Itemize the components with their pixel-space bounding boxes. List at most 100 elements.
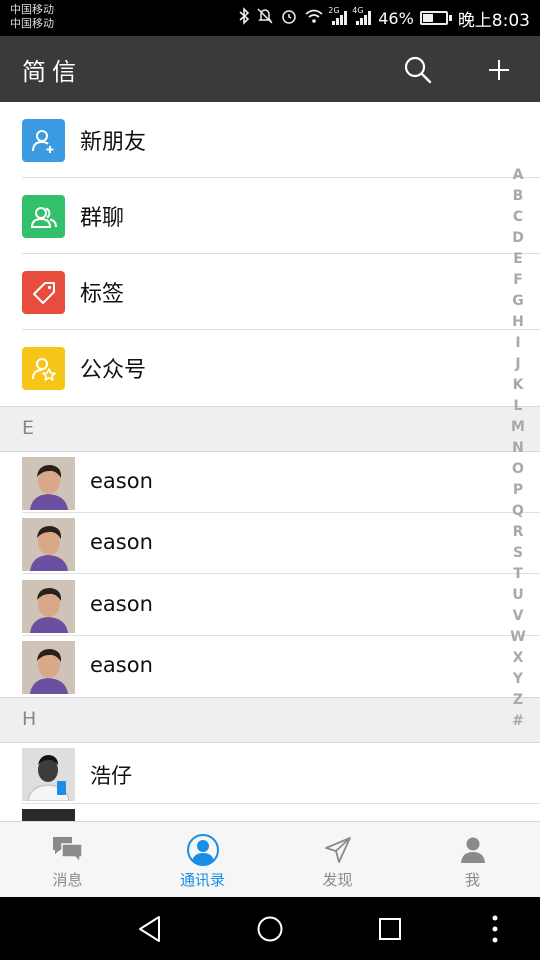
more-button[interactable]: [477, 911, 513, 947]
tab-discover[interactable]: 发现: [270, 822, 405, 897]
official-accounts-item[interactable]: 公众号: [0, 330, 540, 406]
contact-row[interactable]: 浩仔: [0, 743, 540, 804]
contact-name: 浩仔: [90, 764, 132, 788]
status-bar: 中国移动 中国移动 2G 4G 46% 晚上8:03: [0, 0, 540, 36]
index-letter[interactable]: X: [507, 648, 529, 669]
contact-name: eason: [90, 653, 153, 677]
status-icons: 2G 4G 46% 晚上8:03: [238, 0, 530, 36]
add-friend-icon: [22, 119, 65, 162]
index-letter[interactable]: V: [507, 606, 529, 627]
new-friends-item[interactable]: 新朋友: [0, 102, 540, 178]
avatar: [22, 580, 75, 633]
index-letter[interactable]: D: [507, 228, 529, 249]
index-letter[interactable]: E: [507, 249, 529, 270]
tab-label: 发现: [322, 871, 353, 889]
index-letter[interactable]: R: [507, 522, 529, 543]
avatar: [22, 809, 75, 821]
avatar: [22, 748, 75, 801]
contacts-icon: [186, 834, 220, 866]
carrier-info: 中国移动 中国移动: [10, 3, 54, 31]
index-letter[interactable]: K: [507, 375, 529, 396]
index-letter[interactable]: F: [507, 270, 529, 291]
search-icon: [404, 56, 432, 84]
index-letter[interactable]: #: [507, 711, 529, 732]
tab-me[interactable]: 我: [405, 822, 540, 897]
index-letter[interactable]: J: [507, 354, 529, 375]
back-icon: [139, 916, 160, 942]
tags-label: 标签: [80, 282, 125, 307]
contact-row-partial[interactable]: [0, 804, 540, 821]
tab-contacts[interactable]: 通讯录: [135, 822, 270, 897]
tags-item[interactable]: 标签: [0, 254, 540, 330]
me-icon: [456, 834, 490, 866]
group-chat-label: 群聊: [80, 206, 125, 231]
battery-icon: [419, 11, 452, 25]
index-letter[interactable]: Y: [507, 669, 529, 690]
bluetooth-icon: [238, 7, 250, 29]
index-letter[interactable]: N: [507, 438, 529, 459]
new-friends-label: 新朋友: [80, 130, 147, 155]
back-button[interactable]: [132, 911, 168, 947]
index-letter[interactable]: L: [507, 396, 529, 417]
index-letter[interactable]: A: [507, 165, 529, 186]
contact-name: eason: [90, 530, 153, 554]
index-letter[interactable]: W: [507, 627, 529, 648]
app-title: 简信: [22, 58, 82, 86]
contact-name: eason: [90, 592, 153, 616]
app-bar: 简信: [0, 36, 540, 102]
index-letter[interactable]: P: [507, 480, 529, 501]
discover-icon: [321, 834, 355, 866]
signal-icon: 4G: [352, 6, 372, 26]
tag-icon: [22, 271, 65, 314]
recents-icon: [379, 918, 401, 940]
clock: 晚上8:03: [457, 10, 530, 31]
search-button[interactable]: [398, 50, 438, 90]
carrier-1: 中国移动: [10, 3, 54, 16]
alphabet-index[interactable]: A B C D E F G H I J K L M N O P Q R S T U V W X Y Z #: [507, 165, 529, 732]
section-letter: H: [22, 708, 37, 730]
contact-row[interactable]: eason: [0, 636, 540, 697]
contact-row[interactable]: eason: [0, 452, 540, 513]
group-chat-item[interactable]: 群聊: [0, 178, 540, 254]
navigation-bar: [0, 897, 540, 960]
contact-row[interactable]: eason: [0, 575, 540, 636]
index-letter[interactable]: Q: [507, 501, 529, 522]
index-letter[interactable]: I: [507, 333, 529, 354]
mute-icon: [256, 7, 274, 29]
home-button[interactable]: [252, 911, 288, 947]
index-letter[interactable]: M: [507, 417, 529, 438]
avatar: [22, 641, 75, 694]
tab-label: 消息: [52, 871, 83, 889]
index-letter[interactable]: C: [507, 207, 529, 228]
contact-row[interactable]: eason: [0, 513, 540, 574]
bottom-tab-bar: 消息 通讯录 发现 我: [0, 821, 540, 897]
recents-button[interactable]: [372, 911, 408, 947]
official-accounts-label: 公众号: [80, 358, 147, 383]
wifi-icon: [304, 8, 324, 28]
index-letter[interactable]: H: [507, 312, 529, 333]
index-letter[interactable]: T: [507, 564, 529, 585]
carrier-2: 中国移动: [10, 17, 54, 30]
more-icon: [492, 915, 498, 943]
tab-messages[interactable]: 消息: [0, 822, 135, 897]
index-letter[interactable]: S: [507, 543, 529, 564]
add-button[interactable]: [479, 50, 519, 90]
section-header-e: E: [0, 406, 540, 452]
avatar: [22, 518, 75, 571]
official-account-icon: [22, 347, 65, 390]
tab-label: 通讯录: [179, 871, 225, 889]
plus-icon: [489, 60, 509, 80]
index-letter[interactable]: U: [507, 585, 529, 606]
divider: [22, 573, 540, 574]
network-type-2: 4G: [352, 6, 364, 15]
group-icon: [22, 195, 65, 238]
battery-percent: 46%: [378, 8, 414, 28]
index-letter[interactable]: G: [507, 291, 529, 312]
chat-icon: [51, 834, 85, 866]
index-letter[interactable]: B: [507, 186, 529, 207]
tab-label: 我: [464, 871, 480, 889]
network-type-1: 2G: [328, 6, 340, 15]
index-letter[interactable]: O: [507, 459, 529, 480]
index-letter[interactable]: Z: [507, 690, 529, 711]
signal-icon: 2G: [328, 6, 348, 26]
